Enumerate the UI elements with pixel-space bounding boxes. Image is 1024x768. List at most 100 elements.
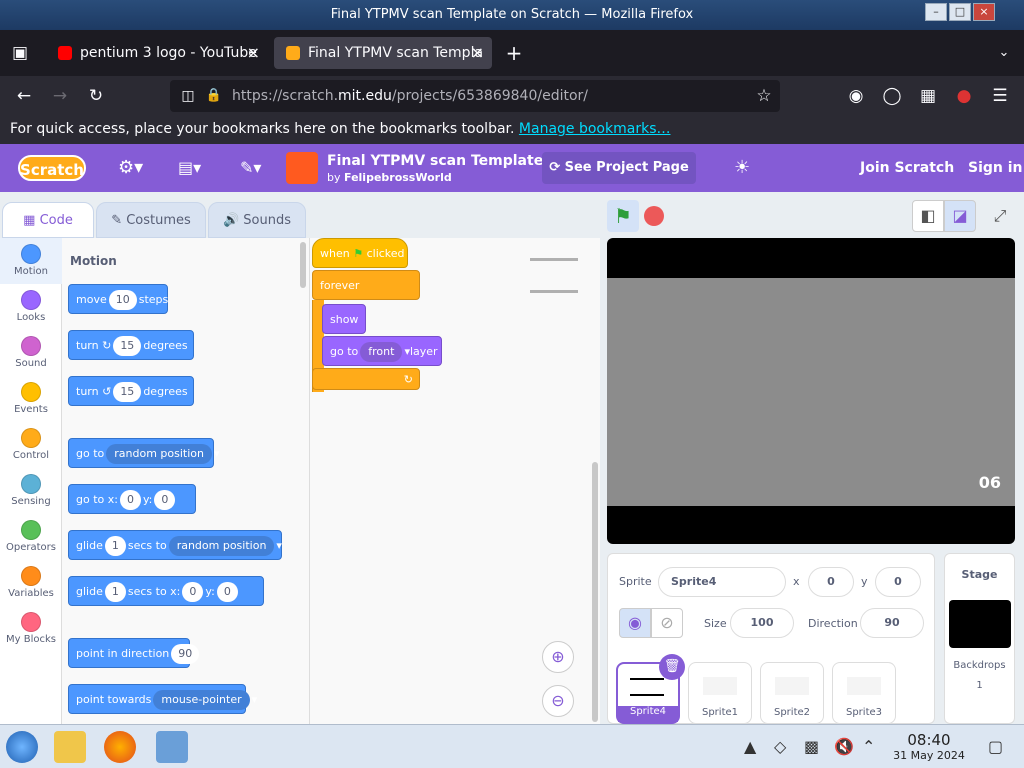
x-field[interactable]: 0 (808, 567, 854, 597)
sign-in-link[interactable]: Sign in (968, 144, 1023, 192)
script-area[interactable]: when ⚑ clicked forever show go to front ▾l… (310, 238, 600, 724)
tab-costumes[interactable]: ✎ Costumes (96, 202, 206, 238)
app-menu-icon[interactable]: ☰ (988, 84, 1012, 108)
category-sensing[interactable]: Sensing (0, 468, 62, 514)
go-to-xy-block[interactable]: go to x: 0 y: 0 (68, 484, 196, 514)
zoom-out-button[interactable]: ⊖ (542, 685, 574, 717)
scratch-logo[interactable]: Scratch (18, 155, 86, 181)
sprite-name-field[interactable]: Sprite4 (658, 567, 786, 597)
start-button[interactable] (6, 731, 38, 763)
turn-left-block[interactable]: turn ↺ 15 degrees (68, 376, 194, 406)
close-window-button[interactable]: × (973, 3, 995, 21)
control-panel-icon[interactable] (156, 731, 188, 763)
edit-menu-icon[interactable]: ✎▾ (240, 144, 261, 192)
category-label: Motion (14, 266, 48, 277)
category-my-blocks[interactable]: My Blocks (0, 606, 62, 652)
forever-block[interactable]: forever (312, 270, 420, 300)
zoom-in-button[interactable]: ⊕ (542, 641, 574, 673)
size-field[interactable]: 100 (730, 608, 794, 638)
category-looks[interactable]: Looks (0, 284, 62, 330)
clock[interactable]: 08:40 31 May 2024 (890, 731, 968, 762)
point-in-direction-block[interactable]: point in direction 90 (68, 638, 200, 668)
shield-icon[interactable]: ◫ (176, 84, 200, 108)
glide-xy-block[interactable]: glide 1 secs to x: 0 y: 0 (68, 576, 264, 606)
stop-button[interactable] (644, 206, 664, 226)
category-sound[interactable]: Sound (0, 330, 62, 376)
close-tab-icon[interactable]: × (471, 37, 484, 69)
sprite-thumb-sprite3[interactable]: Sprite3 (832, 662, 896, 724)
large-stage-button[interactable]: ◪ (944, 200, 976, 232)
account-icon[interactable]: ◯ (880, 84, 904, 108)
url-text[interactable]: https://scratch.mit.edu/projects/6538698… (232, 88, 588, 104)
category-operators[interactable]: Operators (0, 514, 62, 560)
tray-expand-icon[interactable]: ⌃ (862, 737, 875, 756)
green-flag-button[interactable]: ⚑ (607, 200, 639, 232)
dropdown-icon: ▾ (251, 693, 258, 706)
go-to-block[interactable]: go to random position ▾ (68, 438, 220, 468)
minimize-button[interactable]: – (925, 3, 947, 21)
category-label: Sound (15, 358, 47, 369)
file-menu-icon[interactable]: ▤▾ (178, 144, 201, 192)
category-label: My Blocks (6, 634, 56, 645)
file-explorer-icon[interactable] (54, 731, 86, 763)
extensions-icon[interactable]: ▦ (916, 84, 940, 108)
category-events[interactable]: Events (0, 376, 62, 422)
back-button[interactable]: ← (12, 84, 36, 108)
mute-speaker-icon[interactable]: 🔇 (834, 737, 854, 756)
tab-sounds[interactable]: 🔊 Sounds (208, 202, 306, 238)
stage-canvas[interactable]: 06 (607, 238, 1015, 544)
move-steps-block[interactable]: move 10 steps (68, 284, 168, 314)
delete-sprite-icon[interactable]: 🗑 (659, 654, 685, 680)
small-stage-button[interactable]: ◧ (912, 200, 944, 232)
theme-lightbulb-icon[interactable]: ☀ (734, 144, 750, 192)
tab-youtube[interactable]: pentium 3 logo - YouTube × (46, 37, 268, 69)
settings-gear-icon[interactable]: ⚙▾ (118, 144, 143, 192)
maximize-button[interactable]: □ (949, 3, 971, 21)
forward-button[interactable]: → (48, 84, 72, 108)
see-project-page-button[interactable]: ⟳ See Project Page (542, 152, 696, 184)
firefox-icon[interactable] (104, 731, 136, 763)
tab-list-icon[interactable]: ▣ (8, 41, 32, 65)
bookmark-star-icon[interactable]: ☆ (752, 84, 776, 108)
tab-scratch[interactable]: Final YTPMV scan Templa × (274, 37, 492, 69)
tab-code[interactable]: ▦ Code (2, 202, 94, 238)
sprite-thumb-sprite2[interactable]: Sprite2 (760, 662, 824, 724)
category-label: Control (12, 450, 50, 461)
sprite-thumb-sprite1[interactable]: Sprite1 (688, 662, 752, 724)
clipboard-tray-icon[interactable]: ▩ (804, 737, 819, 756)
lock-icon[interactable]: 🔒 (202, 84, 226, 108)
point-towards-block[interactable]: point towards mouse-pointer ▾ (68, 684, 257, 714)
stage-panel-title: Stage (961, 568, 998, 581)
fullscreen-icon[interactable]: ⤢ (988, 200, 1012, 232)
join-scratch-link[interactable]: Join Scratch (860, 144, 954, 192)
palette-scrollbar[interactable] (300, 242, 306, 288)
script-scrollbar[interactable] (592, 462, 598, 722)
category-variables[interactable]: Variables (0, 560, 62, 606)
when-flag-clicked-block[interactable]: when ⚑ clicked (312, 238, 408, 268)
new-tab-button[interactable]: + (502, 41, 526, 65)
glide-block[interactable]: glide 1 secs to random position ▾ (68, 530, 282, 560)
list-all-tabs-icon[interactable]: ⌄ (992, 41, 1016, 65)
url-bar[interactable]: ◫ 🔒 https://scratch.mit.edu/projects/653… (170, 80, 780, 112)
forever-block-end[interactable]: ↻ (312, 368, 420, 390)
pocket-icon[interactable]: ◉ (844, 84, 868, 108)
show-block[interactable]: show (322, 304, 366, 334)
size-label: Size (704, 617, 727, 630)
close-tab-icon[interactable]: × (247, 37, 260, 69)
show-sprite-icon[interactable]: ◉ (619, 608, 651, 638)
show-desktop-icon[interactable]: ▢ (988, 737, 1003, 756)
go-to-layer-block[interactable]: go to front ▾layer (322, 336, 442, 366)
category-motion[interactable]: Motion (0, 238, 62, 284)
ublock-icon[interactable]: ● (952, 84, 976, 108)
notes-tray-icon[interactable]: ◇ (774, 737, 786, 756)
y-field[interactable]: 0 (875, 567, 921, 597)
turn-right-block[interactable]: turn ↻ 15 degrees (68, 330, 194, 360)
direction-field[interactable]: 90 (860, 608, 924, 638)
hide-sprite-icon[interactable]: ⊘ (651, 608, 683, 638)
stage-selector[interactable]: Stage Backdrops 1 (944, 553, 1015, 724)
category-control[interactable]: Control (0, 422, 62, 468)
manage-bookmarks-link[interactable]: Manage bookmarks… (519, 121, 671, 137)
reload-button[interactable]: ↻ (84, 84, 108, 108)
stage-thumbnail[interactable] (949, 600, 1011, 648)
network-tray-icon[interactable]: ▲ (744, 737, 756, 756)
